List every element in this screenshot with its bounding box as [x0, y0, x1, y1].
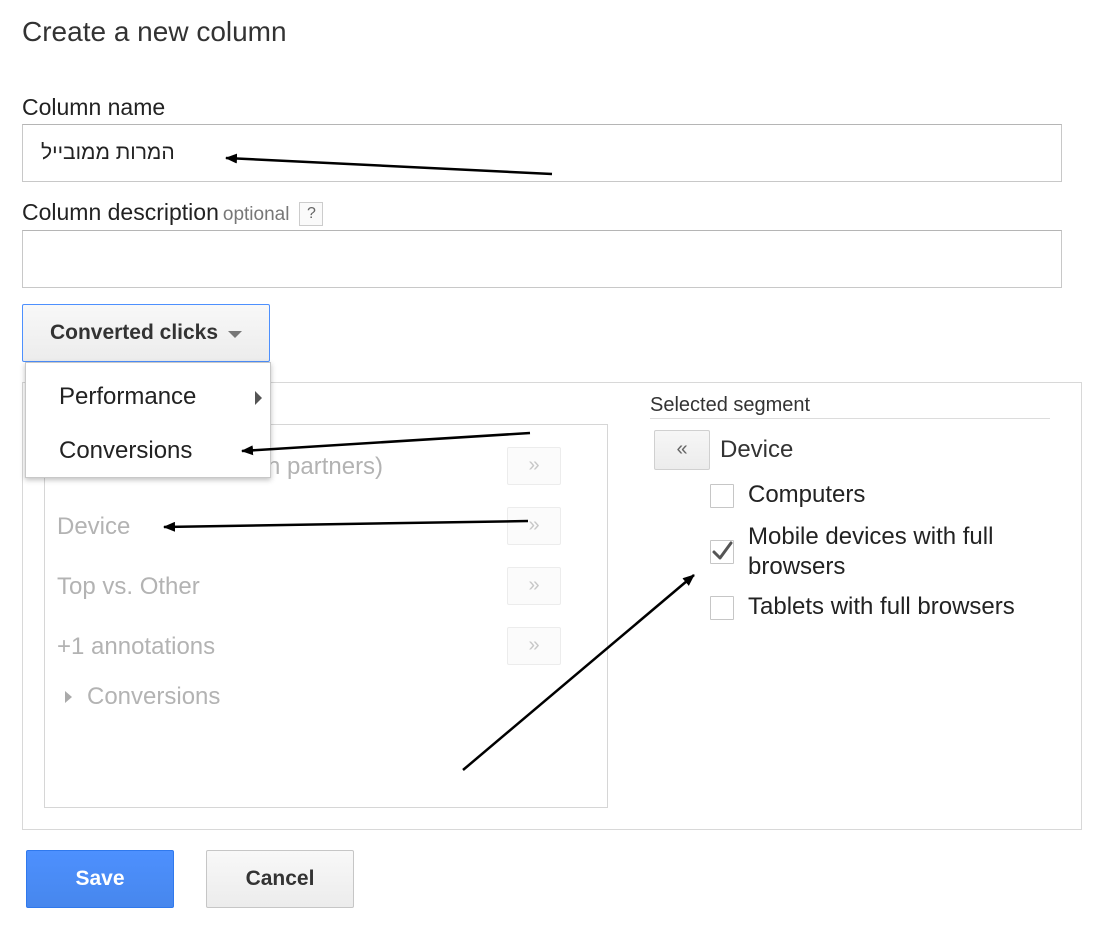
save-button[interactable]: Save	[26, 850, 174, 908]
column-name-value: המרות ממובייל	[41, 141, 175, 164]
column-name-label: Column name	[22, 94, 166, 120]
add-segment-button[interactable]: »	[507, 507, 561, 545]
available-segments-list: ch partners) » Device » Top vs. Other » …	[44, 424, 608, 808]
checkmark-icon	[712, 541, 733, 560]
page-title: Create a new column	[22, 16, 287, 47]
selected-segment-name: Device	[720, 436, 794, 463]
selected-segment-heading: Selected segment	[650, 394, 811, 416]
chevron-down-icon	[228, 330, 243, 338]
column-description-input[interactable]	[22, 230, 1062, 288]
help-icon[interactable]: ?	[299, 202, 324, 226]
column-description-label: Column description optional?	[22, 199, 324, 226]
add-segment-button[interactable]: »	[507, 447, 561, 485]
segment-item-device[interactable]: Device	[57, 513, 130, 541]
remove-segment-button[interactable]: «	[654, 430, 710, 470]
optional-hint: optional	[222, 204, 290, 225]
metric-dropdown-label: Converted clicks	[49, 321, 219, 344]
segment-item-annotations[interactable]: +1 annotations	[57, 633, 215, 661]
triangle-right-icon[interactable]	[65, 691, 72, 703]
checkbox-label-mobile[interactable]: Mobile devices with full browsers	[748, 522, 1038, 582]
column-description-label-text: Column description	[22, 199, 219, 225]
add-segment-button[interactable]: »	[507, 567, 561, 605]
cancel-button[interactable]: Cancel	[206, 850, 354, 908]
metric-dropdown[interactable]: Converted clicks	[22, 304, 270, 362]
triangle-right-icon	[255, 391, 262, 405]
checkbox-label-tablets[interactable]: Tablets with full browsers	[748, 592, 1015, 622]
segment-item-top-vs-other[interactable]: Top vs. Other	[57, 573, 200, 601]
checkbox-mobile[interactable]	[710, 540, 734, 564]
segment-group-conversions[interactable]: Conversions	[87, 683, 220, 711]
segment-item-partners[interactable]: ch partners)	[255, 453, 383, 481]
checkbox-label-computers[interactable]: Computers	[748, 480, 865, 510]
checkbox-tablets[interactable]	[710, 596, 734, 620]
checkbox-computers[interactable]	[710, 484, 734, 508]
menu-item-conversions[interactable]: Conversions	[59, 437, 192, 465]
selected-segment-divider	[650, 418, 1050, 419]
column-name-input[interactable]: המרות ממובייל	[22, 124, 1062, 182]
add-segment-button[interactable]: »	[507, 627, 561, 665]
menu-item-performance[interactable]: Performance	[59, 383, 196, 411]
dropdown-menu: Performance Conversions	[25, 362, 271, 478]
